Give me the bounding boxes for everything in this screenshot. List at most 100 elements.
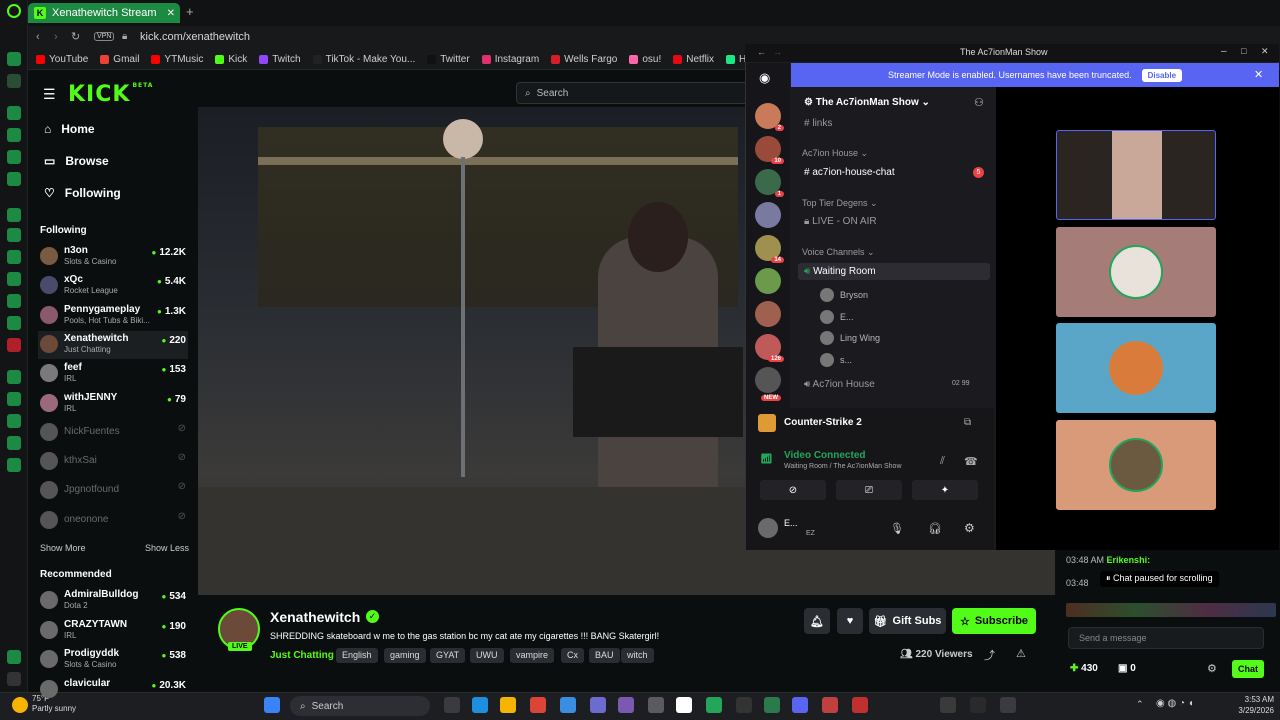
new-tab-icon[interactable]: + xyxy=(186,4,194,19)
taskbar-search[interactable]: ⌕ Search xyxy=(290,696,430,716)
sidebar-channel[interactable]: withJENNYIRL 79 xyxy=(38,390,188,418)
kick-sidebar-icon[interactable] xyxy=(7,52,21,66)
kick-search-input[interactable]: ⌕ Search xyxy=(516,82,750,104)
voice-status[interactable]: Video Connected xyxy=(784,450,866,461)
chat-input[interactable]: Send a message xyxy=(1068,627,1264,649)
recommended-channel[interactable]: clavicular 20.3K xyxy=(38,676,188,704)
voice-member[interactable]: E... xyxy=(820,309,854,324)
chat-settings-icon[interactable]: ⚙ xyxy=(1207,662,1217,675)
bookmark-item[interactable]: osu! xyxy=(629,54,661,65)
sidebar-channel[interactable]: n3onSlots & Casino 12.2K xyxy=(38,243,188,271)
bookmark-item[interactable]: Gmail xyxy=(100,54,139,65)
recommended-channel[interactable]: CRAZYTAWNIRL 190 xyxy=(38,617,188,645)
bookmark-item[interactable]: Instagram xyxy=(481,54,539,65)
vpn-badge[interactable]: VPN xyxy=(94,32,115,41)
recording-icon[interactable] xyxy=(7,338,21,352)
chat-paused-banner[interactable]: ⏸ Chat paused for scrolling xyxy=(1100,571,1219,587)
tray-chevron-icon[interactable]: ⌃ xyxy=(1136,699,1144,710)
voice-member[interactable]: Ling Wing xyxy=(820,331,880,345)
taskbar-app-icon[interactable] xyxy=(852,697,868,713)
taskbar-app-icon[interactable] xyxy=(530,697,546,713)
disable-streamer-mode-button[interactable]: Disable xyxy=(1141,68,1183,82)
report-icon[interactable]: ⚠ xyxy=(1016,647,1026,660)
voice-member[interactable]: Bryson xyxy=(820,288,868,302)
sidebar-app-icon[interactable] xyxy=(7,208,21,222)
nav-browse[interactable]: ▭ Browse xyxy=(44,154,109,168)
invite-icon[interactable]: ⚇ xyxy=(974,96,984,109)
browser-tab[interactable]: K Xenathewitch Stream ✕ xyxy=(28,3,180,23)
server-icon[interactable] xyxy=(755,301,781,327)
video-tile-camera[interactable] xyxy=(1056,130,1216,220)
taskbar-app-icon[interactable] xyxy=(706,697,722,713)
sidebar-app-icon[interactable] xyxy=(7,150,21,164)
sidebar-channel[interactable]: kthxSai ⊘ xyxy=(38,448,188,476)
close-tab-icon[interactable]: ✕ xyxy=(167,8,175,19)
headphones-icon[interactable]: 🎧︎ xyxy=(928,522,942,535)
category-top-tier-degens[interactable]: Top Tier Degens ⌄ xyxy=(802,198,878,209)
stream-tag[interactable]: witch xyxy=(621,648,654,663)
bookmark-item[interactable]: Kick xyxy=(215,54,247,65)
discord-home-icon[interactable]: ◉ xyxy=(759,70,770,86)
sidebar-channel[interactable]: XenathewitchJust Chatting 220 xyxy=(38,330,188,359)
taskbar-app-icon[interactable] xyxy=(590,697,606,713)
clock[interactable]: 3:53 AM 3/29/2026 xyxy=(1218,694,1274,716)
url-field[interactable]: kick.com/xenathewitch xyxy=(140,31,250,43)
taskbar-app-icon[interactable] xyxy=(444,697,460,713)
taskbar-app-icon[interactable] xyxy=(472,697,488,713)
screen-share-button[interactable]: ⎚ xyxy=(836,480,902,500)
close-window-icon[interactable]: ✕ xyxy=(1261,46,1269,57)
noise-suppression-icon[interactable]: ⫽ xyxy=(940,455,945,468)
forward-icon[interactable]: › xyxy=(54,31,58,43)
taskbar-app-icon[interactable] xyxy=(1000,697,1016,713)
reload-icon[interactable]: ↻ xyxy=(71,30,80,43)
activities-button[interactable]: ✦ xyxy=(912,480,978,500)
taskbar-app-icon[interactable] xyxy=(560,697,576,713)
minimize-icon[interactable]: – xyxy=(1221,46,1227,57)
stream-tag[interactable]: UWU xyxy=(470,648,504,663)
bookmark-item[interactable]: Netflix xyxy=(673,54,714,65)
settings-icon[interactable] xyxy=(7,458,21,472)
gift-count[interactable]: ▣ 0 xyxy=(1118,663,1136,674)
user-avatar[interactable] xyxy=(758,518,778,538)
stream-tag[interactable]: Cx xyxy=(561,648,584,663)
share-icon[interactable]: ⤴ xyxy=(984,647,995,663)
video-tile-user-2[interactable] xyxy=(1056,227,1216,317)
video-tile-user-3[interactable] xyxy=(1056,323,1216,413)
voice-location[interactable]: Waiting Room / The Ac7ionMan Show xyxy=(784,463,902,470)
channel-links[interactable]: # links xyxy=(804,118,832,129)
nav-following[interactable]: ♡ Following xyxy=(44,186,121,200)
kick-logo[interactable]: KICK BETA xyxy=(68,82,153,107)
discord-forward-icon[interactable]: → xyxy=(773,47,782,57)
bookmark-item[interactable]: YTMusic xyxy=(151,54,203,65)
stream-tag[interactable]: BAU xyxy=(589,648,620,663)
instagram-icon[interactable] xyxy=(7,272,21,286)
user-name[interactable]: E... xyxy=(784,518,798,528)
messenger-icon[interactable] xyxy=(7,250,21,264)
bookmark-item[interactable]: Wells Fargo xyxy=(551,54,617,65)
taskbar-app-icon[interactable] xyxy=(676,697,692,713)
chat-username[interactable]: Erikenshi: xyxy=(1107,555,1151,565)
streamer-name[interactable]: Xenathewitch xyxy=(270,609,360,625)
chat-send-button[interactable]: Chat xyxy=(1232,660,1264,678)
server-icon[interactable]: NEW xyxy=(755,367,781,401)
sidebar-app-icon[interactable] xyxy=(7,106,21,120)
taskbar-app-icon[interactable] xyxy=(764,697,780,713)
bookmark-item[interactable]: YouTube xyxy=(36,54,88,65)
sidebar-channel[interactable]: oneonone ⊘ xyxy=(38,507,188,535)
camera-button[interactable]: ⊘ xyxy=(760,480,826,500)
windows-start-icon[interactable] xyxy=(264,697,280,713)
sidebar-app-icon[interactable] xyxy=(7,436,21,450)
channel-live-on-air[interactable]: 🔒︎ LIVE - ON AIR xyxy=(804,216,877,227)
sidebar-app-icon[interactable] xyxy=(7,370,21,384)
video-tile-user-4[interactable] xyxy=(1056,420,1216,510)
nav-home[interactable]: ⌂ Home xyxy=(44,122,95,136)
maximize-icon[interactable]: □ xyxy=(1241,46,1246,56)
sidebar-channel[interactable]: NickFuentes ⊘ xyxy=(38,419,188,447)
sidebar-app-icon[interactable] xyxy=(7,414,21,428)
disconnect-icon[interactable]: ☎ xyxy=(964,455,978,468)
twitter-icon[interactable] xyxy=(7,294,21,308)
taskbar-app-icon[interactable] xyxy=(822,697,838,713)
channel-points[interactable]: ✚ 430 xyxy=(1070,663,1098,674)
gx-icon[interactable] xyxy=(7,650,21,664)
bookmark-item[interactable]: Twitter xyxy=(427,54,470,65)
